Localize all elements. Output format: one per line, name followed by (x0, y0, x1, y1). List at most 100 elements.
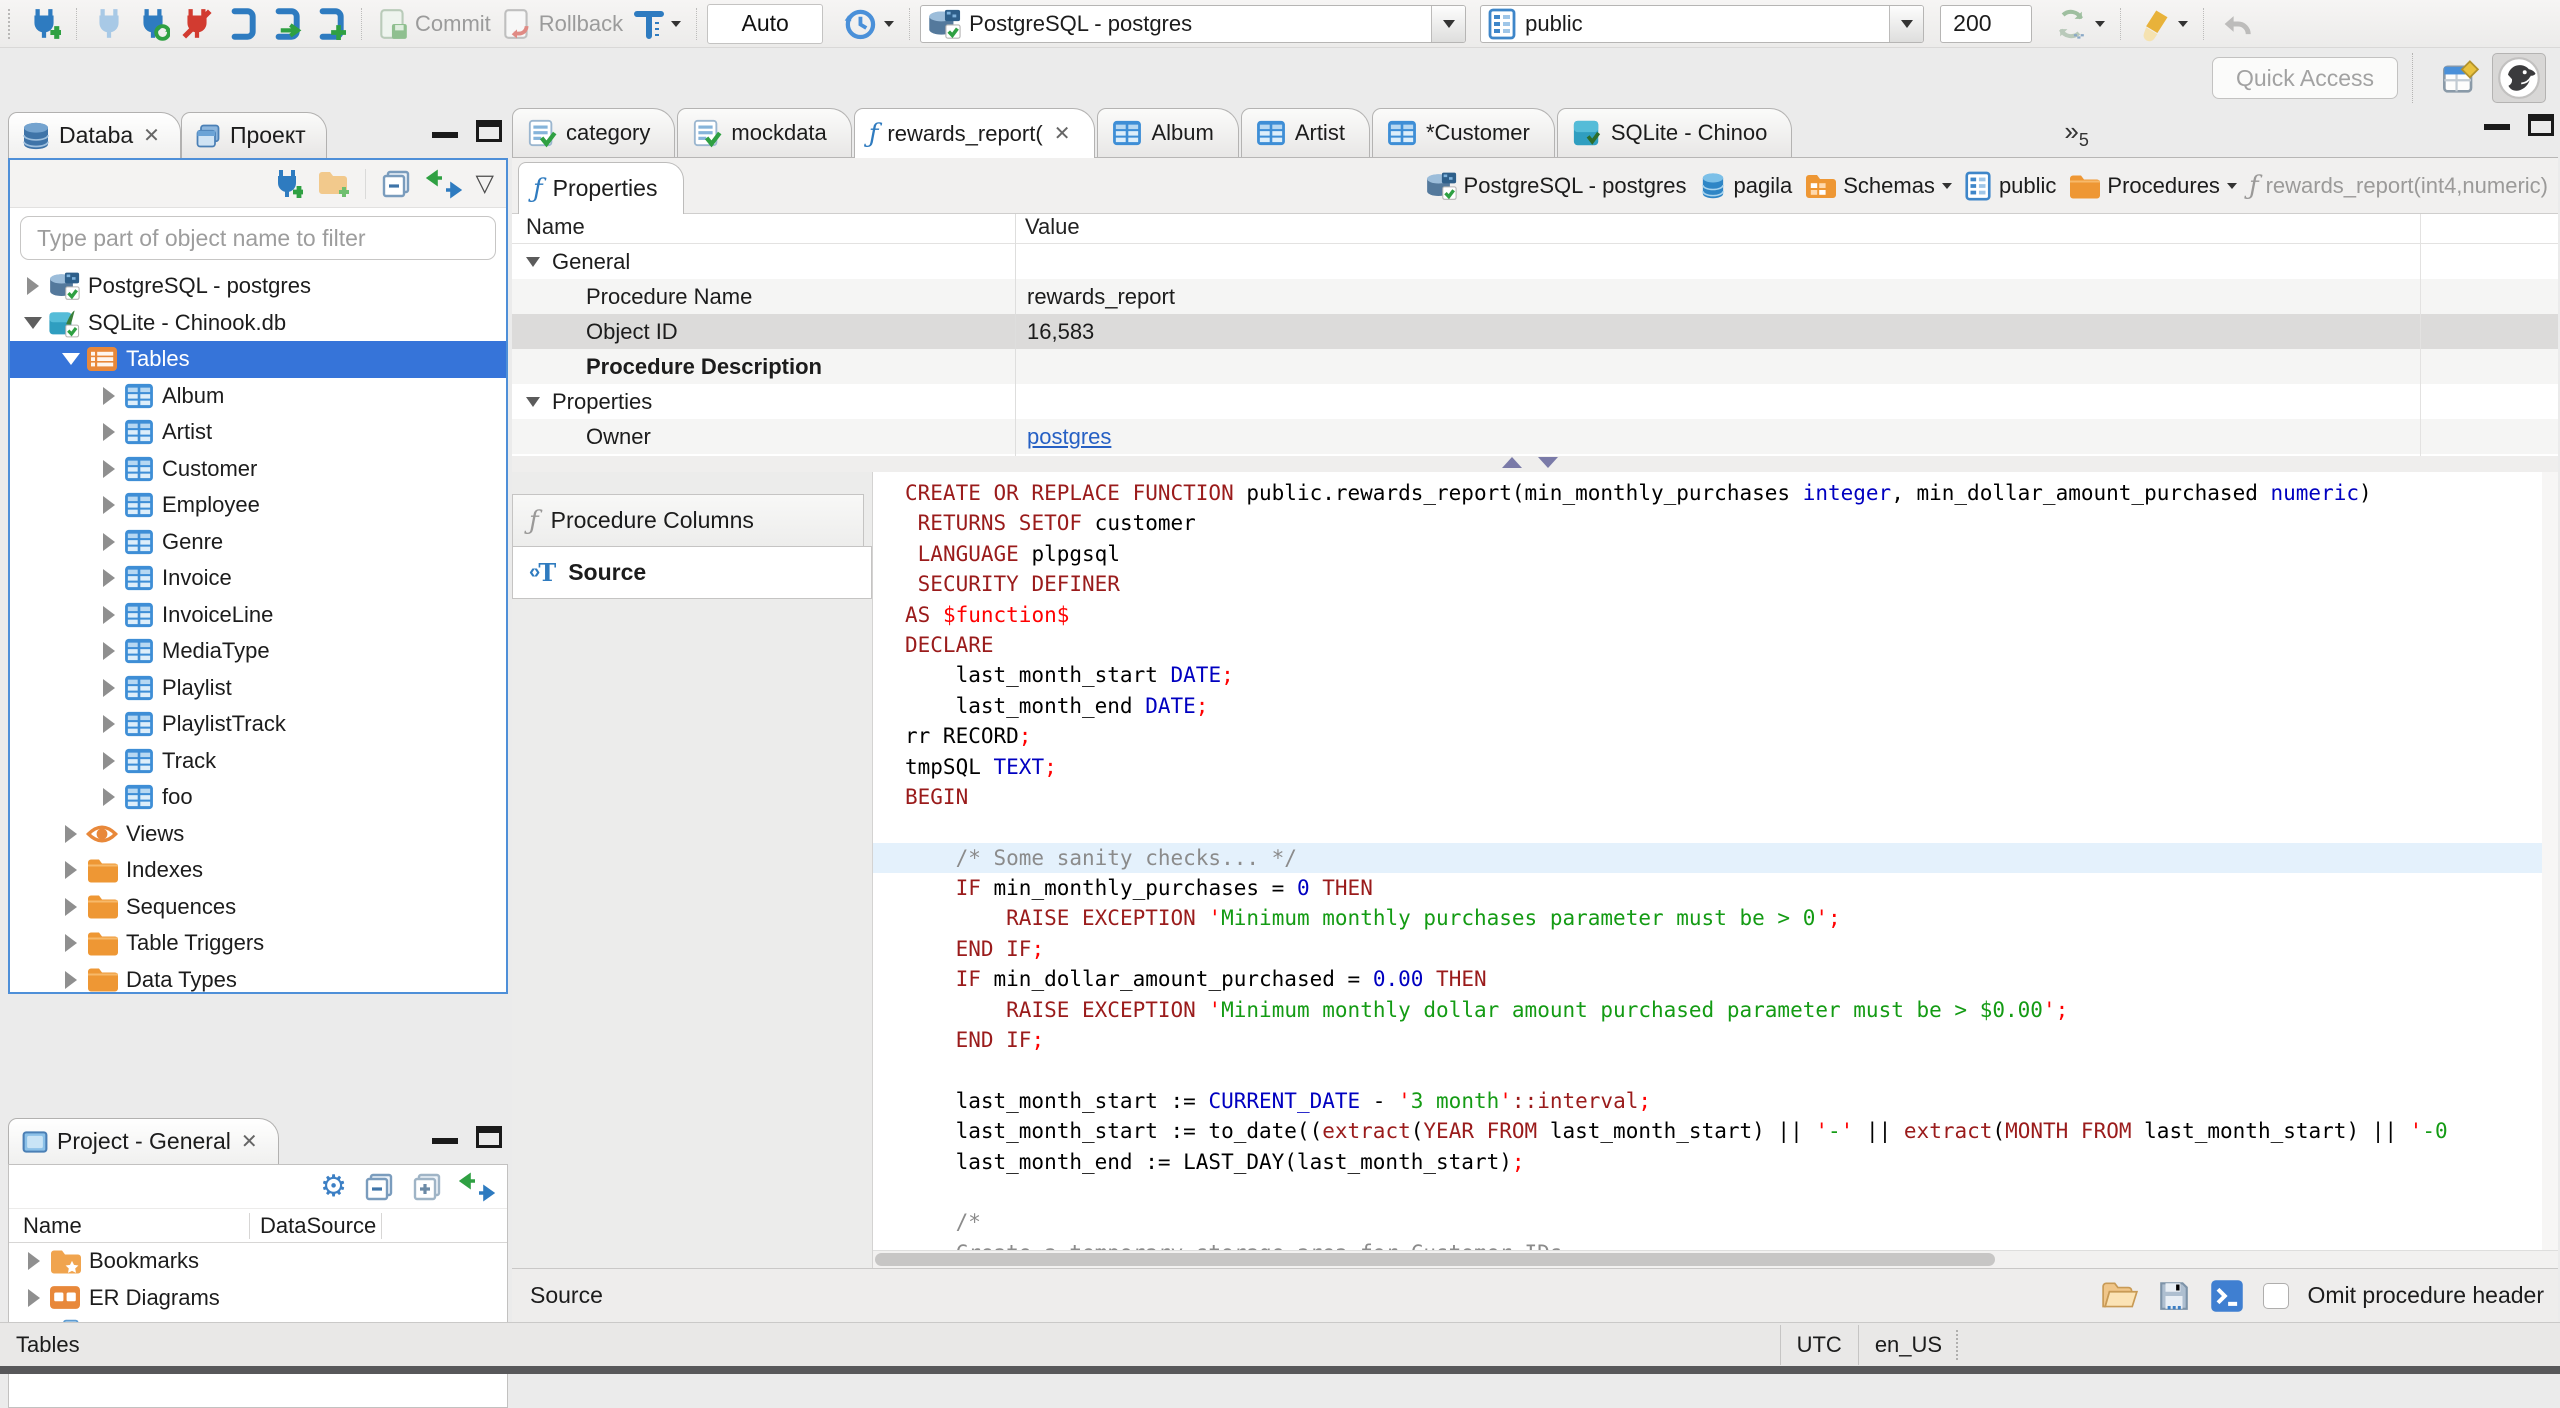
tree-item-mediatype[interactable]: MediaType (10, 633, 506, 670)
gear-icon[interactable]: ⚙ (320, 1171, 347, 1202)
owner-link[interactable]: postgres (1027, 424, 1111, 449)
collapse-all-icon[interactable] (363, 1171, 395, 1203)
close-icon[interactable]: ✕ (241, 1129, 258, 1154)
object-filter-input[interactable]: Type part of object name to filter (20, 216, 496, 260)
breadcrumb-item-rewards-report-int4-numeric[interactable]: ƒ rewards_report(int4,numeric) (2249, 173, 2548, 199)
schema-dropdown-button[interactable] (1889, 5, 1924, 42)
maximize-icon[interactable] (2528, 114, 2554, 136)
panel-splitter[interactable] (512, 456, 2558, 472)
tab-properties[interactable]: ƒ Properties (518, 162, 685, 214)
property-row-procedure-description[interactable]: Procedure Description (512, 349, 2558, 384)
expander-collapsed-icon[interactable] (94, 459, 124, 478)
connect-button[interactable] (87, 4, 131, 44)
expander-collapsed-icon[interactable] (19, 1288, 49, 1307)
tree-item-tables[interactable]: Tables (10, 341, 506, 378)
expander-collapsed-icon[interactable] (94, 569, 124, 588)
new-sql-script-button[interactable] (307, 4, 351, 44)
editor-tab-mockdata[interactable]: mockdata (677, 108, 852, 157)
editor-tab-customer[interactable]: *Customer (1371, 108, 1555, 157)
expander-collapsed-icon[interactable] (56, 970, 86, 989)
property-row-procedure-name[interactable]: Procedure Name rewards_report (512, 279, 2558, 314)
expander-collapsed-icon[interactable] (94, 678, 124, 697)
chevron-down-icon[interactable] (1941, 183, 1952, 189)
new-folder-icon[interactable] (317, 169, 351, 199)
tree-item-views[interactable]: Views (10, 816, 506, 853)
tree-item-sequences[interactable]: Sequences (10, 889, 506, 926)
close-icon[interactable]: ✕ (143, 123, 160, 148)
tree-item-artist[interactable]: Artist (10, 414, 506, 451)
expander-collapsed-icon[interactable] (94, 642, 124, 661)
breadcrumb-item-postgresql-postgres[interactable]: PostgreSQL - postgres (1425, 171, 1687, 201)
reconnect-button[interactable] (131, 4, 175, 44)
tree-item-album[interactable]: Album (10, 378, 506, 415)
source-code-editor[interactable]: CREATE OR REPLACE FUNCTION public.reward… (872, 472, 2558, 1268)
new-connection-icon[interactable] (271, 168, 303, 200)
disconnect-button[interactable] (175, 4, 219, 44)
splitter-up-icon[interactable] (1502, 457, 1522, 468)
splitter-down-icon[interactable] (1538, 457, 1558, 468)
quick-access-input[interactable]: Quick Access (2212, 57, 2398, 99)
status-locale[interactable]: en_US (1875, 1332, 1942, 1358)
tree-item-employee[interactable]: Employee (10, 487, 506, 524)
expander-collapsed-icon[interactable] (94, 423, 124, 442)
tab-projects[interactable]: Проект (180, 112, 327, 158)
expander-collapsed-icon[interactable] (56, 897, 86, 916)
commit-mode-combo[interactable]: Auto (707, 3, 824, 44)
group-expander-icon[interactable] (526, 396, 540, 407)
minimize-icon[interactable] (432, 132, 458, 140)
view-menu-icon[interactable]: ▽ (476, 169, 494, 198)
tree-item-foo[interactable]: foo (10, 779, 506, 816)
breadcrumb-item-schemas[interactable]: Schemas (1804, 172, 1952, 200)
collapse-all-icon[interactable] (380, 168, 412, 200)
open-perspective-button[interactable] (2438, 55, 2484, 101)
save-to-file-icon[interactable] (2157, 1279, 2191, 1313)
breadcrumb-item-procedures[interactable]: Procedures (2068, 173, 2237, 200)
tree-item-indexes[interactable]: Indexes (10, 852, 506, 889)
minimize-icon[interactable] (2484, 124, 2510, 132)
tree-item-playlist[interactable]: Playlist (10, 670, 506, 707)
property-row-object-id[interactable]: Object ID 16,583 (512, 314, 2558, 349)
load-from-file-icon[interactable] (2101, 1280, 2139, 1312)
new-connection-button[interactable] (22, 4, 66, 44)
expander-expanded-icon[interactable] (56, 353, 86, 366)
tree-item-invoice[interactable]: Invoice (10, 560, 506, 597)
subtab-procedure-columns[interactable]: ƒ Procedure Columns (512, 494, 864, 547)
breadcrumb-item-pagila[interactable]: pagila (1699, 172, 1792, 200)
transaction-history-button[interactable] (837, 3, 899, 45)
editor-tab-category[interactable]: category (512, 108, 676, 157)
chevron-down-icon[interactable] (2226, 183, 2237, 189)
expander-collapsed-icon[interactable] (56, 934, 86, 953)
property-row-properties[interactable]: Properties (512, 384, 2558, 419)
maximize-icon[interactable] (476, 1126, 502, 1148)
open-sql-script-button[interactable] (263, 4, 307, 44)
editor-tab-album[interactable]: Album (1097, 108, 1239, 157)
group-expander-icon[interactable] (526, 256, 540, 267)
tree-item-data-types[interactable]: Data Types (10, 962, 506, 993)
tab-database-navigator[interactable]: Databa ✕ (8, 112, 181, 158)
connection-selector[interactable]: PostgreSQL - postgres (920, 4, 1467, 43)
expander-expanded-icon[interactable] (18, 316, 48, 329)
tree-item-playlisttrack[interactable]: PlaylistTrack (10, 706, 506, 743)
property-value[interactable]: postgres (1015, 424, 1111, 450)
transaction-log-button[interactable] (628, 4, 686, 44)
schema-selector[interactable]: public (1480, 4, 1925, 43)
expander-collapsed-icon[interactable] (56, 861, 86, 880)
commit-button[interactable]: Commit (372, 4, 496, 44)
maximize-icon[interactable] (476, 120, 502, 142)
dbeaver-perspective-button[interactable] (2492, 53, 2546, 103)
auto-sync-button[interactable] (2048, 3, 2110, 45)
editor-tab-rewards-report[interactable]: ƒ rewards_report(✕ (853, 108, 1096, 158)
vertical-scrollbar[interactable] (2542, 472, 2558, 1250)
tab-overflow-chevron[interactable]: » 5 (2064, 116, 2088, 157)
editor-tab-artist[interactable]: Artist (1240, 108, 1370, 157)
expander-collapsed-icon[interactable] (94, 751, 124, 770)
fetch-size-input[interactable]: 200 (1940, 4, 2033, 43)
tree-item-table-triggers[interactable]: Table Triggers (10, 925, 506, 962)
project-item-er-diagrams[interactable]: ER Diagrams (9, 1280, 507, 1317)
tree-item-invoiceline[interactable]: InvoiceLine (10, 597, 506, 634)
link-with-editor-icon[interactable] (425, 169, 462, 199)
expander-collapsed-icon[interactable] (56, 824, 86, 843)
expander-collapsed-icon[interactable] (94, 715, 124, 734)
expander-collapsed-icon[interactable] (94, 496, 124, 515)
editor-tab-sqlite-chinoo[interactable]: SQLite - Chinoo (1556, 108, 1793, 157)
